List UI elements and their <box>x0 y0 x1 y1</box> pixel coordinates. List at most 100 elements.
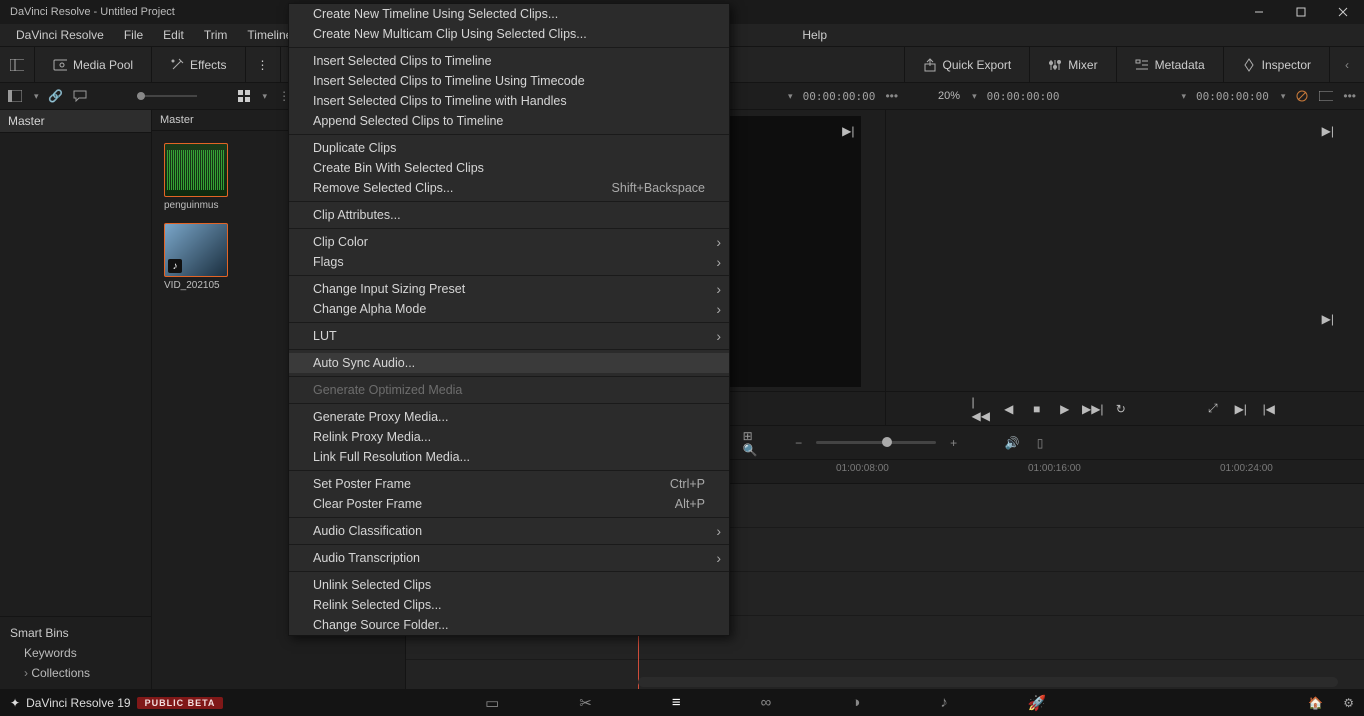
kebab-icon[interactable]: ⋮ <box>256 58 270 72</box>
window-title: DaVinci Resolve - Untitled Project <box>10 6 175 18</box>
collections-bin[interactable]: › Collections <box>6 663 145 683</box>
volume-icon[interactable]: 🔊 <box>1005 436 1019 450</box>
zoom-slider[interactable] <box>816 441 936 444</box>
inspector-button[interactable]: Inspector <box>1234 54 1319 76</box>
layout-icon[interactable] <box>10 58 24 72</box>
zoom-custom-icon[interactable]: ⊞🔍 <box>743 436 757 450</box>
context-menu-item[interactable]: Remove Selected Clips...Shift+Backspace <box>289 178 729 198</box>
zoom-value[interactable]: 20% <box>938 90 960 102</box>
menu-edit[interactable]: Edit <box>153 26 194 44</box>
context-menu-item[interactable]: Clip Attributes... <box>289 205 729 225</box>
metadata-button[interactable]: Metadata <box>1127 54 1213 76</box>
next-frame-icon[interactable]: ▶▶| <box>1086 402 1100 416</box>
horizontal-scrollbar[interactable] <box>638 677 1338 687</box>
context-menu-item[interactable]: Append Selected Clips to Timeline <box>289 111 729 131</box>
context-menu-item[interactable]: LUT <box>289 326 729 346</box>
zoom-out-icon[interactable]: − <box>795 436 802 450</box>
loop-icon[interactable]: ↻ <box>1114 402 1128 416</box>
menu-help[interactable]: Help <box>792 26 837 44</box>
keywords-bin[interactable]: Keywords <box>6 643 145 663</box>
edit-page-icon[interactable]: ≡ <box>672 694 681 712</box>
chevron-down-icon[interactable]: ▾ <box>263 91 268 102</box>
chevron-down-icon[interactable]: ▾ <box>972 91 977 102</box>
menu-file[interactable]: File <box>114 26 153 44</box>
context-menu-item[interactable]: Audio Transcription <box>289 548 729 568</box>
prev-frame-icon[interactable]: ◀ <box>1002 402 1016 416</box>
next-icon[interactable]: ▶| <box>842 124 854 138</box>
chat-icon[interactable] <box>73 89 87 103</box>
context-menu-item[interactable]: Flags <box>289 252 729 272</box>
context-menu-item[interactable]: Insert Selected Clips to Timeline <box>289 51 729 71</box>
master-bin[interactable]: Master <box>0 110 151 133</box>
quick-export-button[interactable]: Quick Export <box>915 54 1020 76</box>
context-menu-item[interactable]: Link Full Resolution Media... <box>289 447 729 467</box>
fairlight-page-icon[interactable]: ♪ <box>940 694 948 712</box>
context-menu-item[interactable]: Relink Proxy Media... <box>289 427 729 447</box>
go-out-icon[interactable]: |◀ <box>1262 402 1276 416</box>
close-button[interactable] <box>1322 0 1364 24</box>
menu-trim[interactable]: Trim <box>194 26 238 44</box>
chevron-down-icon[interactable]: ▾ <box>34 91 39 102</box>
context-menu-item[interactable]: Duplicate Clips <box>289 138 729 158</box>
media-page-icon[interactable]: ▭ <box>485 694 499 712</box>
context-menu-item[interactable]: Relink Selected Clips... <box>289 595 729 615</box>
context-menu-item[interactable]: Unlink Selected Clips <box>289 575 729 595</box>
chevron-down-icon[interactable]: ▾ <box>1281 91 1286 102</box>
settings-icon[interactable]: ⚙ <box>1343 696 1354 710</box>
more-icon[interactable]: ••• <box>1343 89 1356 103</box>
go-in-icon[interactable]: ▶| <box>1234 402 1248 416</box>
mixer-icon <box>1048 58 1062 72</box>
context-menu-item[interactable]: Create Bin With Selected Clips <box>289 158 729 178</box>
home-icon[interactable]: 🏠 <box>1308 696 1323 710</box>
context-menu-item[interactable]: Generate Proxy Media... <box>289 407 729 427</box>
timeline-canvas[interactable]: ▶| ▶| <box>910 116 1341 387</box>
chevron-down-icon[interactable]: ▾ <box>1181 91 1186 102</box>
link-icon[interactable]: 🔗 <box>49 89 63 103</box>
mixer-button[interactable]: Mixer <box>1040 54 1105 76</box>
context-menu-item[interactable]: Clear Poster FrameAlt+P <box>289 494 729 514</box>
context-menu-item[interactable]: Change Input Sizing Preset <box>289 279 729 299</box>
context-menu-item[interactable]: Change Source Folder... <box>289 615 729 635</box>
context-menu-item[interactable]: Auto Sync Audio... <box>289 353 729 373</box>
mixer-label: Mixer <box>1068 58 1097 72</box>
cut-page-icon[interactable]: ✂ <box>579 694 592 712</box>
panel-layout-icon[interactable] <box>8 89 22 103</box>
grid-view-icon[interactable] <box>237 89 251 103</box>
play-icon[interactable]: ▶ <box>1058 402 1072 416</box>
fusion-page-icon[interactable]: ∞ <box>761 694 772 712</box>
context-menu-item[interactable]: Audio Classification <box>289 521 729 541</box>
context-menu-item[interactable]: Create New Timeline Using Selected Clips… <box>289 4 729 24</box>
context-menu-item[interactable]: Clip Color <box>289 232 729 252</box>
minimize-button[interactable] <box>1238 0 1280 24</box>
match-frame-icon[interactable]: ⤢ <box>1206 402 1220 416</box>
display-mode-icon[interactable] <box>1319 89 1333 103</box>
clip-thumbnail[interactable]: ♪ <box>164 223 228 277</box>
deliver-page-icon[interactable]: 🚀 <box>1028 694 1047 712</box>
clip-thumbnail[interactable] <box>164 143 228 197</box>
chevron-down-icon[interactable]: ▾ <box>788 91 793 102</box>
dim-icon[interactable]: ▯ <box>1033 436 1047 450</box>
clip-item[interactable]: ♪ VID_202105 <box>164 223 232 291</box>
zoom-in-icon[interactable]: + <box>950 436 957 450</box>
next-icon[interactable]: ▶| <box>1322 124 1334 138</box>
bypass-icon[interactable] <box>1295 89 1309 103</box>
color-page-icon[interactable]: ◑ <box>851 694 860 712</box>
clip-item[interactable]: penguinmus <box>164 143 232 211</box>
next-icon[interactable]: ▶| <box>1322 312 1334 326</box>
first-frame-icon[interactable]: |◀◀ <box>974 402 988 416</box>
slider-dot-icon[interactable] <box>137 95 197 97</box>
smart-bins-header[interactable]: Smart Bins <box>6 623 145 643</box>
effects-button[interactable]: Effects <box>162 54 234 76</box>
menu-davinci[interactable]: DaVinci Resolve <box>6 26 114 44</box>
more-icon[interactable]: ••• <box>885 89 898 103</box>
context-menu-item[interactable]: Create New Multicam Clip Using Selected … <box>289 24 729 44</box>
context-menu-item[interactable]: Insert Selected Clips to Timeline Using … <box>289 71 729 91</box>
stop-icon[interactable]: ■ <box>1030 402 1044 416</box>
context-menu-item[interactable]: Change Alpha Mode <box>289 299 729 319</box>
context-menu-item[interactable]: Set Poster FrameCtrl+P <box>289 474 729 494</box>
timeline-viewer: ▶| ▶| |◀◀ ◀ ■ ▶ ▶▶| ↻ ⤢ ▶| |◀ <box>886 110 1364 425</box>
chevron-left-icon[interactable]: ‹ <box>1340 58 1354 72</box>
media-pool-button[interactable]: Media Pool <box>45 54 141 76</box>
context-menu-item[interactable]: Insert Selected Clips to Timeline with H… <box>289 91 729 111</box>
maximize-button[interactable] <box>1280 0 1322 24</box>
